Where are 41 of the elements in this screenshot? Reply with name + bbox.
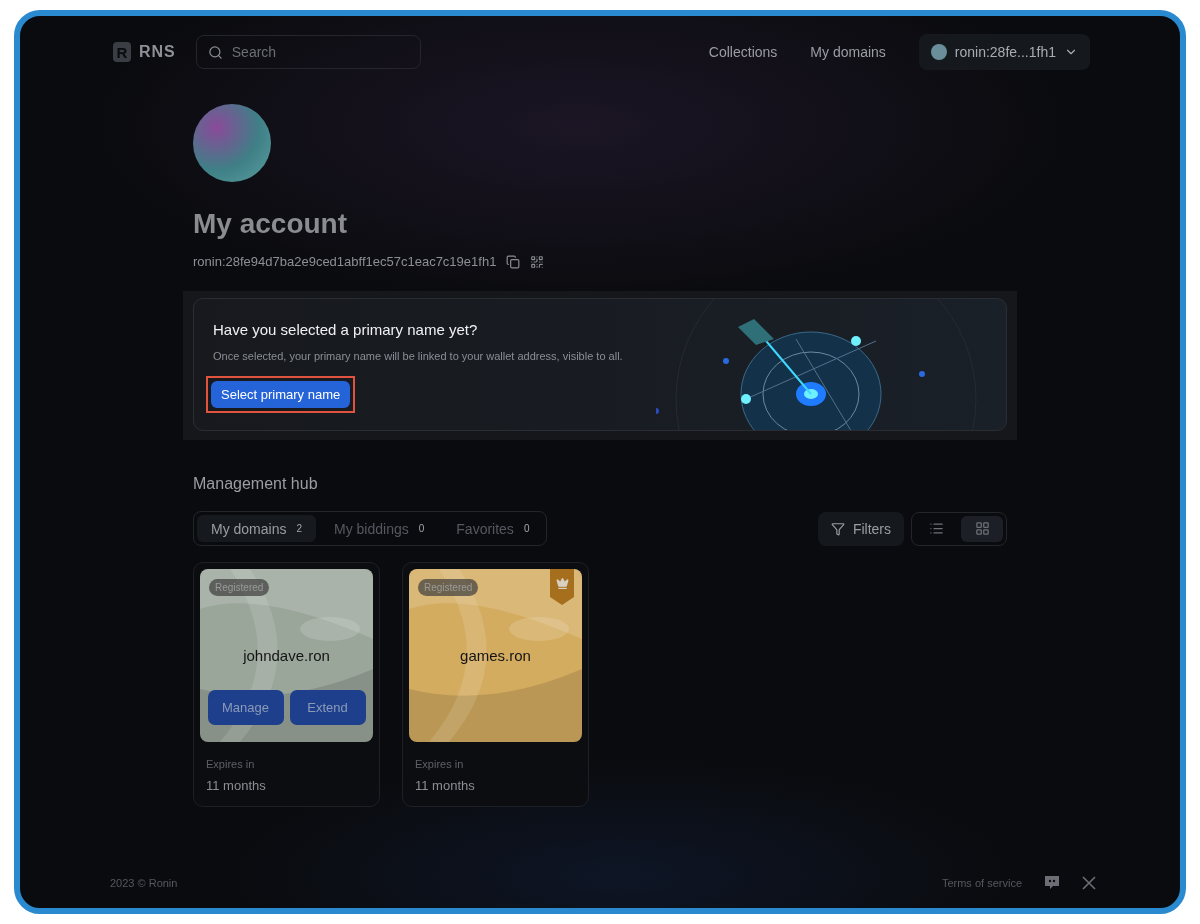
status-badge: Registered	[418, 579, 479, 596]
card-action-button[interactable]: Manage	[207, 690, 284, 725]
filter-icon	[830, 521, 845, 536]
list-icon	[928, 521, 944, 536]
tab[interactable]: Favorites 0	[442, 515, 544, 542]
qr-code-icon[interactable]	[530, 254, 545, 269]
domain-name: johndave.ron	[243, 647, 330, 664]
chat-icon[interactable]	[1044, 875, 1060, 890]
tab[interactable]: My domains 2	[197, 515, 317, 542]
section-title: Management hub	[193, 475, 319, 493]
nav-link[interactable]: My domains	[810, 44, 886, 60]
domain-name: games.ron	[460, 647, 531, 664]
search-icon	[207, 45, 223, 60]
search-field[interactable]: Search	[195, 35, 421, 69]
tab-count: 0	[418, 523, 425, 534]
tab-count: 2	[296, 523, 303, 534]
copy-icon[interactable]	[506, 254, 521, 269]
status-badge: Registered	[209, 579, 270, 596]
x-icon[interactable]	[1082, 875, 1096, 890]
banner-text: Once selected, your primary name will be linked to your wallet address, visible to all.	[213, 350, 624, 362]
tab-count: 0	[523, 523, 530, 534]
expiry-value: 11 months	[206, 778, 267, 793]
account-button[interactable]: ronin:28fe...1fh1	[918, 34, 1090, 70]
expiry-label: Expires in	[206, 758, 256, 770]
banner-title: Have you selected a primary name yet?	[213, 321, 479, 338]
grid-view-button[interactable]	[961, 515, 1003, 542]
wallet-address: ronin:28fe94d7ba2e9ced1abff1ec57c1eac7c19e1fh1	[193, 254, 497, 269]
tab[interactable]: My biddings 0	[320, 515, 439, 542]
logo-name: RNS	[139, 43, 176, 61]
domain-card[interactable]: Registered games.ron Expires in 11 months	[402, 562, 589, 807]
grid-icon	[974, 521, 990, 536]
card-action-button[interactable]: Extend	[289, 690, 366, 725]
avatar-icon	[930, 44, 947, 60]
nav-link[interactable]: Collections	[708, 44, 778, 60]
expiry-value: 11 months	[415, 778, 476, 793]
page-title: My account	[193, 208, 349, 240]
select-primary-name-button[interactable]: Select primary name	[211, 381, 351, 408]
domain-card[interactable]: Registered johndave.ron Manage Extend Expires in 11 months	[193, 562, 380, 807]
filters-button[interactable]: Filters	[817, 511, 904, 546]
copyright: 2023 © Ronin	[110, 876, 178, 889]
expiry-label: Expires in	[415, 758, 465, 770]
